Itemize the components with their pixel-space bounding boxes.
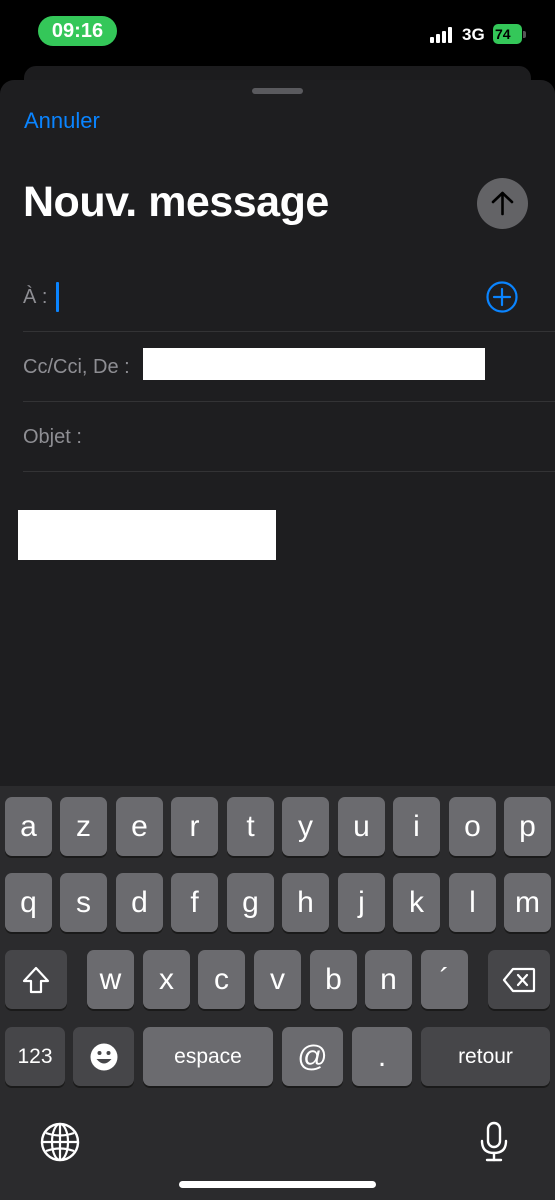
battery-icon: 74 bbox=[493, 24, 527, 44]
key-f[interactable]: f bbox=[171, 873, 218, 932]
delete-key[interactable] bbox=[488, 950, 550, 1009]
subject-field[interactable]: Objet : bbox=[23, 402, 555, 472]
key-i[interactable]: i bbox=[393, 797, 440, 856]
battery-tip bbox=[523, 31, 526, 38]
emoji-key[interactable] bbox=[73, 1027, 134, 1086]
globe-icon[interactable] bbox=[38, 1120, 82, 1164]
key-a[interactable]: a bbox=[5, 797, 52, 856]
globe-icon-graphic bbox=[40, 1122, 80, 1162]
smiley-icon bbox=[90, 1043, 118, 1071]
to-label: À : bbox=[23, 286, 48, 308]
cc-label: Cc/Cci, De : bbox=[23, 356, 130, 378]
key-u[interactable]: u bbox=[338, 797, 385, 856]
key-t[interactable]: t bbox=[227, 797, 274, 856]
key-m[interactable]: m bbox=[504, 873, 551, 932]
redacted-signature bbox=[18, 510, 276, 560]
battery-level: 74 bbox=[493, 24, 522, 44]
key-k[interactable]: k bbox=[393, 873, 440, 932]
backspace-icon bbox=[502, 967, 536, 993]
cc-bcc-from-field[interactable]: Cc/Cci, De : bbox=[23, 332, 555, 402]
key-l[interactable]: l bbox=[449, 873, 496, 932]
home-indicator[interactable] bbox=[179, 1181, 376, 1188]
key-n[interactable]: n bbox=[365, 950, 412, 1009]
sheet-grabber[interactable] bbox=[252, 88, 303, 94]
key-q[interactable]: q bbox=[5, 873, 52, 932]
plus-circle-icon bbox=[486, 281, 518, 313]
text-cursor bbox=[56, 282, 59, 312]
key-e[interactable]: e bbox=[116, 797, 163, 856]
key-acute-accent[interactable]: ´ bbox=[421, 950, 468, 1009]
key-r[interactable]: r bbox=[171, 797, 218, 856]
to-field[interactable]: À : bbox=[23, 262, 555, 332]
send-button[interactable] bbox=[477, 178, 528, 229]
page-title: Nouv. message bbox=[23, 178, 329, 226]
key-d[interactable]: d bbox=[116, 873, 163, 932]
key-x[interactable]: x bbox=[143, 950, 190, 1009]
key-g[interactable]: g bbox=[227, 873, 274, 932]
key-p[interactable]: p bbox=[504, 797, 551, 856]
status-bar: 09:16 3G 74 bbox=[0, 0, 555, 62]
microphone-icon-graphic bbox=[480, 1121, 508, 1162]
add-recipient-button[interactable] bbox=[485, 280, 519, 314]
key-b[interactable]: b bbox=[310, 950, 357, 1009]
dot-key[interactable]: . bbox=[352, 1027, 412, 1086]
key-j[interactable]: j bbox=[338, 873, 385, 932]
status-time[interactable]: 09:16 bbox=[38, 16, 117, 46]
cellular-signal-icon bbox=[430, 27, 456, 43]
return-key[interactable]: retour bbox=[421, 1027, 550, 1086]
mail-compose-screen: 09:16 3G 74 Annuler Nouv. message À : Cc… bbox=[0, 0, 555, 1200]
network-type: 3G bbox=[462, 25, 485, 44]
key-z[interactable]: z bbox=[60, 797, 107, 856]
redacted-sender-address bbox=[143, 348, 485, 380]
microphone-icon[interactable] bbox=[472, 1120, 516, 1164]
cancel-button[interactable]: Annuler bbox=[24, 107, 100, 135]
subject-label: Objet : bbox=[23, 426, 82, 448]
space-key[interactable]: espace bbox=[143, 1027, 273, 1086]
key-o[interactable]: o bbox=[449, 797, 496, 856]
key-h[interactable]: h bbox=[282, 873, 329, 932]
key-y[interactable]: y bbox=[282, 797, 329, 856]
at-key[interactable]: @ bbox=[282, 1027, 343, 1086]
key-s[interactable]: s bbox=[60, 873, 107, 932]
shift-key[interactable] bbox=[5, 950, 67, 1009]
shift-arrow-icon bbox=[22, 966, 50, 994]
arrow-up-icon bbox=[491, 191, 514, 216]
key-w[interactable]: w bbox=[87, 950, 134, 1009]
numbers-key[interactable]: 123 bbox=[5, 1027, 65, 1086]
key-v[interactable]: v bbox=[254, 950, 301, 1009]
key-c[interactable]: c bbox=[198, 950, 245, 1009]
